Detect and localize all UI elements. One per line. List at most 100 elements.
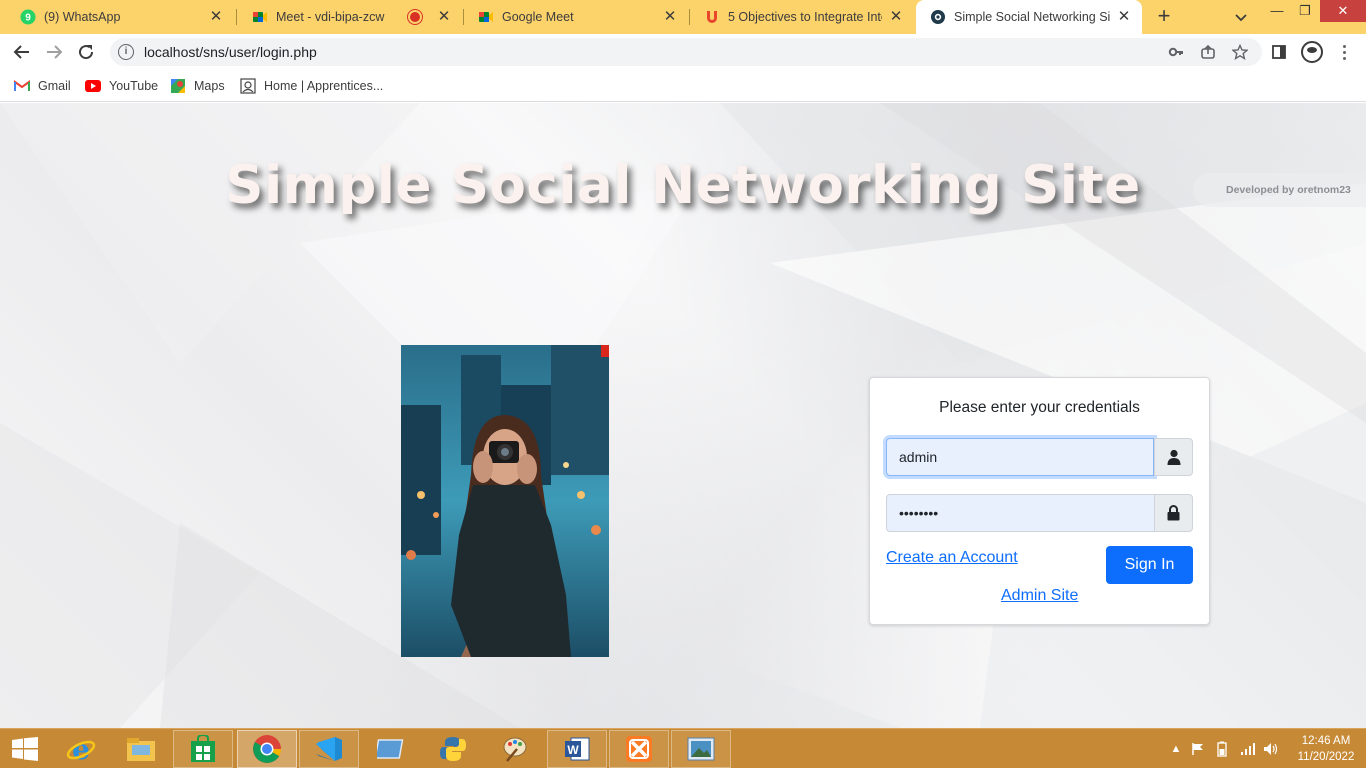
photos-icon	[687, 737, 715, 761]
profile-avatar[interactable]	[1301, 41, 1323, 63]
show-hidden-icons[interactable]: ▲	[1168, 741, 1184, 757]
bookmark-label: YouTube	[109, 79, 159, 93]
login-heading: Please enter your credentials	[939, 399, 1140, 416]
taskbar-photos[interactable]	[671, 730, 731, 768]
tab-title: (9) WhatsApp	[44, 10, 121, 24]
paint-icon	[503, 737, 527, 762]
youtube-icon	[85, 78, 101, 94]
taskbar-file-explorer[interactable]	[111, 730, 171, 768]
share-icon[interactable]	[1197, 41, 1219, 63]
chevron-down-icon	[1235, 14, 1247, 22]
taskbar-window-app[interactable]	[361, 730, 421, 768]
volume-icon[interactable]	[1263, 741, 1279, 757]
tab-social-site[interactable]: Simple Social Networking Site ✕	[916, 0, 1142, 34]
bookmark-maps[interactable]: Maps	[170, 77, 225, 95]
close-icon[interactable]: ✕	[1116, 9, 1132, 25]
developer-credit: Developed by oretnom23	[1193, 173, 1366, 207]
tab-meet-vdi[interactable]: Meet - vdi-bipa-zcw ✕	[238, 0, 462, 34]
browser-toolbar: i localhost/sns/user/login.php	[0, 34, 1366, 70]
bookmarks-bar: Gmail YouTube Maps Home | Apprentices...	[0, 70, 1366, 102]
apprentices-icon	[240, 78, 256, 94]
tab-google-meet[interactable]: Google Meet ✕	[464, 0, 688, 34]
tab-search-button[interactable]	[1232, 8, 1250, 26]
create-account-link[interactable]: Create an Account	[886, 549, 1018, 567]
close-icon[interactable]: ✕	[888, 9, 904, 25]
tab-separator	[236, 9, 237, 25]
reload-button[interactable]	[74, 40, 98, 64]
tab-whatsapp[interactable]: 9 (9) WhatsApp ✕	[6, 0, 234, 34]
word-icon: W	[565, 737, 590, 761]
close-window-button[interactable]: ✕	[1320, 0, 1366, 22]
bookmark-youtube[interactable]: YouTube	[85, 77, 158, 95]
url-text: localhost/sns/user/login.php	[144, 44, 317, 60]
bookmark-label: Gmail	[38, 79, 71, 93]
key-icon[interactable]	[1165, 41, 1187, 63]
taskbar-chrome[interactable]	[237, 730, 297, 768]
tab-title: Meet - vdi-bipa-zcw	[276, 10, 385, 24]
forward-button[interactable]	[42, 40, 66, 64]
taskbar-word[interactable]: W	[547, 730, 607, 768]
clock-time: 12:46 AM	[1301, 735, 1351, 747]
internet-explorer-icon: e	[66, 734, 96, 764]
close-icon[interactable]: ✕	[662, 9, 678, 25]
password-group	[886, 494, 1193, 532]
new-tab-button[interactable]: +	[1152, 5, 1176, 29]
gmail-icon	[14, 78, 30, 94]
system-clock[interactable]: 12:46 AM 11/20/2022	[1290, 733, 1362, 765]
reload-icon	[79, 45, 94, 60]
close-icon[interactable]: ✕	[436, 9, 452, 25]
back-button[interactable]	[10, 40, 34, 64]
bookmark-star-icon[interactable]	[1229, 41, 1251, 63]
taskbar-python[interactable]	[423, 730, 483, 768]
username-input[interactable]	[886, 438, 1154, 476]
magnet-icon	[704, 9, 720, 25]
password-input[interactable]	[886, 494, 1154, 532]
taskbar-internet-explorer[interactable]: e	[51, 730, 111, 768]
login-card: Please enter your credentials Create an …	[869, 377, 1210, 625]
lock-icon	[1154, 494, 1193, 532]
network-icon[interactable]	[1240, 741, 1256, 757]
taskbar-vscode[interactable]	[299, 730, 359, 768]
minimize-button[interactable]: —	[1262, 0, 1292, 22]
tab-title: 5 Objectives to Integrate Into Y	[728, 10, 882, 24]
google-meet-icon	[478, 9, 494, 25]
store-icon	[191, 735, 215, 762]
whatsapp-icon: 9	[20, 9, 36, 25]
bookmark-label: Home | Apprentices...	[264, 79, 384, 93]
forward-arrow-icon	[47, 45, 63, 59]
svg-text:W: W	[567, 743, 579, 757]
close-icon[interactable]: ✕	[208, 9, 224, 25]
bookmark-gmail[interactable]: Gmail	[14, 77, 71, 95]
tab-title: Simple Social Networking Site	[954, 10, 1110, 24]
chrome-icon	[253, 735, 281, 763]
menu-kebab-icon[interactable]	[1334, 42, 1354, 62]
taskbar-xampp[interactable]	[609, 730, 669, 768]
maps-icon	[170, 78, 186, 94]
admin-site-link[interactable]: Admin Site	[1001, 587, 1078, 605]
bookmark-apprentices[interactable]: Home | Apprentices...	[240, 77, 383, 95]
page-content: Simple Social Networking Site Developed …	[0, 103, 1366, 728]
tab-objectives[interactable]: 5 Objectives to Integrate Into Y ✕	[690, 0, 914, 34]
clock-date: 11/20/2022	[1297, 751, 1355, 763]
back-arrow-icon	[13, 45, 29, 59]
taskbar-store[interactable]	[173, 730, 233, 768]
start-button[interactable]	[0, 730, 50, 768]
python-icon	[440, 737, 466, 761]
flag-icon[interactable]	[1190, 741, 1206, 757]
battery-icon[interactable]	[1214, 741, 1230, 757]
sign-in-button[interactable]: Sign In	[1106, 546, 1193, 584]
maximize-button[interactable]: ❐	[1290, 0, 1320, 22]
site-title: Simple Social Networking Site	[225, 155, 1141, 216]
bookmark-label: Maps	[194, 79, 225, 93]
windows-logo-icon	[12, 737, 38, 761]
user-icon	[1154, 438, 1193, 476]
taskbar-paint[interactable]	[485, 730, 545, 768]
username-group	[886, 438, 1193, 476]
info-icon[interactable]: i	[118, 44, 134, 60]
tab-strip: 9 (9) WhatsApp ✕ Meet - vdi-bipa-zcw ✕ G…	[0, 0, 1366, 34]
svg-text:e: e	[72, 734, 90, 764]
vscode-icon	[316, 737, 342, 761]
address-bar[interactable]: i localhost/sns/user/login.php	[110, 38, 1262, 66]
svg-text:9: 9	[25, 13, 31, 24]
side-panel-icon[interactable]	[1268, 41, 1290, 63]
